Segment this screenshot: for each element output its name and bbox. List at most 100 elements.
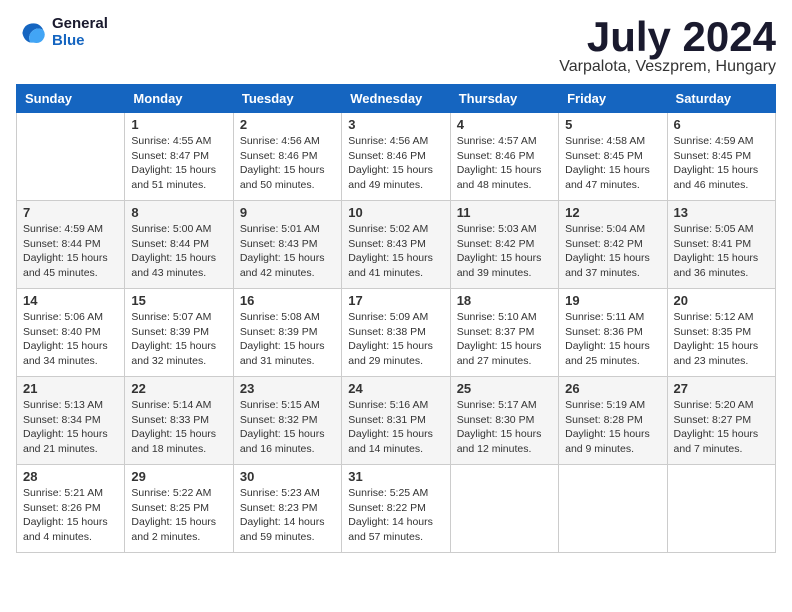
page-header: General Blue July 2024 Varpalota, Veszpr…	[16, 16, 776, 76]
day-number: 10	[348, 205, 443, 220]
calendar-cell: 22 Sunrise: 5:14 AMSunset: 8:33 PMDayligh…	[125, 377, 233, 465]
calendar-cell: 17 Sunrise: 5:09 AMSunset: 8:38 PMDayligh…	[342, 289, 450, 377]
day-number: 28	[23, 469, 118, 484]
calendar-cell: 29Sunrise: 5:22 AMSunset: 8:25 PMDayligh…	[125, 465, 233, 553]
calendar-cell: 12 Sunrise: 5:04 AMSunset: 8:42 PMDayligh…	[559, 201, 667, 289]
month-title: July 2024	[559, 16, 776, 58]
day-info: Sunrise: 5:00 AMSunset: 8:44 PMDaylight:…	[131, 222, 226, 281]
subtitle: Varpalota, Veszprem, Hungary	[559, 58, 776, 76]
day-info: Sunrise: 4:57 AMSunset: 8:46 PMDaylight:…	[457, 134, 552, 193]
calendar-cell: 1 Sunrise: 4:55 AMSunset: 8:47 PMDaylight…	[125, 113, 233, 201]
day-info: Sunrise: 5:01 AMSunset: 8:43 PMDaylight:…	[240, 222, 335, 281]
day-info: Sunrise: 4:58 AMSunset: 8:45 PMDaylight:…	[565, 134, 660, 193]
calendar-cell: 3 Sunrise: 4:56 AMSunset: 8:46 PMDaylight…	[342, 113, 450, 201]
week-row-1: 1 Sunrise: 4:55 AMSunset: 8:47 PMDaylight…	[17, 113, 776, 201]
day-number: 17	[348, 293, 443, 308]
calendar-cell: 13Sunrise: 5:05 AMSunset: 8:41 PMDayligh…	[667, 201, 775, 289]
calendar-cell: 27 Sunrise: 5:20 AMSunset: 8:27 PMDayligh…	[667, 377, 775, 465]
day-number: 19	[565, 293, 660, 308]
calendar-cell: 26 Sunrise: 5:19 AMSunset: 8:28 PMDayligh…	[559, 377, 667, 465]
logo-text: General Blue	[52, 16, 108, 49]
day-info: Sunrise: 4:59 AMSunset: 8:44 PMDaylight:…	[23, 222, 118, 281]
day-info: Sunrise: 4:59 AMSunset: 8:45 PMDaylight:…	[674, 134, 769, 193]
day-info: Sunrise: 5:05 AMSunset: 8:41 PMDaylight:…	[674, 222, 769, 281]
day-number: 14	[23, 293, 118, 308]
weekday-header-wednesday: Wednesday	[342, 85, 450, 113]
day-info: Sunrise: 5:15 AMSunset: 8:32 PMDaylight:…	[240, 398, 335, 457]
day-info: Sunrise: 4:56 AMSunset: 8:46 PMDaylight:…	[240, 134, 335, 193]
day-number: 29	[131, 469, 226, 484]
calendar-cell	[559, 465, 667, 553]
day-number: 3	[348, 117, 443, 132]
day-number: 31	[348, 469, 443, 484]
day-number: 7	[23, 205, 118, 220]
day-info: Sunrise: 5:12 AMSunset: 8:35 PMDaylight:…	[674, 310, 769, 369]
day-info: Sunrise: 5:06 AMSunset: 8:40 PMDaylight:…	[23, 310, 118, 369]
day-number: 23	[240, 381, 335, 396]
day-info: Sunrise: 5:23 AMSunset: 8:23 PMDaylight:…	[240, 486, 335, 545]
week-row-3: 14 Sunrise: 5:06 AMSunset: 8:40 PMDayligh…	[17, 289, 776, 377]
calendar-cell: 8 Sunrise: 5:00 AMSunset: 8:44 PMDaylight…	[125, 201, 233, 289]
calendar-cell: 31 Sunrise: 5:25 AMSunset: 8:22 PMDayligh…	[342, 465, 450, 553]
calendar-cell: 5 Sunrise: 4:58 AMSunset: 8:45 PMDaylight…	[559, 113, 667, 201]
day-number: 5	[565, 117, 660, 132]
day-number: 12	[565, 205, 660, 220]
day-info: Sunrise: 5:03 AMSunset: 8:42 PMDaylight:…	[457, 222, 552, 281]
day-info: Sunrise: 5:14 AMSunset: 8:33 PMDaylight:…	[131, 398, 226, 457]
title-block: July 2024 Varpalota, Veszprem, Hungary	[559, 16, 776, 76]
calendar-cell: 10 Sunrise: 5:02 AMSunset: 8:43 PMDayligh…	[342, 201, 450, 289]
day-info: Sunrise: 5:10 AMSunset: 8:37 PMDaylight:…	[457, 310, 552, 369]
day-number: 27	[674, 381, 769, 396]
calendar-cell: 11 Sunrise: 5:03 AMSunset: 8:42 PMDayligh…	[450, 201, 558, 289]
day-number: 16	[240, 293, 335, 308]
week-row-4: 21Sunrise: 5:13 AMSunset: 8:34 PMDayligh…	[17, 377, 776, 465]
week-row-5: 28 Sunrise: 5:21 AMSunset: 8:26 PMDayligh…	[17, 465, 776, 553]
calendar-cell: 15 Sunrise: 5:07 AMSunset: 8:39 PMDayligh…	[125, 289, 233, 377]
day-number: 2	[240, 117, 335, 132]
calendar-cell: 4Sunrise: 4:57 AMSunset: 8:46 PMDaylight…	[450, 113, 558, 201]
calendar-cell: 9 Sunrise: 5:01 AMSunset: 8:43 PMDaylight…	[233, 201, 341, 289]
weekday-header-monday: Monday	[125, 85, 233, 113]
day-number: 18	[457, 293, 552, 308]
day-info: Sunrise: 4:55 AMSunset: 8:47 PMDaylight:…	[131, 134, 226, 193]
logo: General Blue	[16, 16, 108, 49]
day-number: 26	[565, 381, 660, 396]
day-number: 8	[131, 205, 226, 220]
day-number: 22	[131, 381, 226, 396]
day-number: 30	[240, 469, 335, 484]
day-number: 11	[457, 205, 552, 220]
day-info: Sunrise: 5:21 AMSunset: 8:26 PMDaylight:…	[23, 486, 118, 545]
calendar-cell	[17, 113, 125, 201]
day-number: 25	[457, 381, 552, 396]
calendar-cell: 19 Sunrise: 5:11 AMSunset: 8:36 PMDayligh…	[559, 289, 667, 377]
day-info: Sunrise: 5:16 AMSunset: 8:31 PMDaylight:…	[348, 398, 443, 457]
logo-icon	[16, 17, 48, 49]
day-info: Sunrise: 4:56 AMSunset: 8:46 PMDaylight:…	[348, 134, 443, 193]
day-info: Sunrise: 5:17 AMSunset: 8:30 PMDaylight:…	[457, 398, 552, 457]
calendar-cell: 23 Sunrise: 5:15 AMSunset: 8:32 PMDayligh…	[233, 377, 341, 465]
day-info: Sunrise: 5:09 AMSunset: 8:38 PMDaylight:…	[348, 310, 443, 369]
weekday-header-thursday: Thursday	[450, 85, 558, 113]
day-info: Sunrise: 5:02 AMSunset: 8:43 PMDaylight:…	[348, 222, 443, 281]
day-info: Sunrise: 5:07 AMSunset: 8:39 PMDaylight:…	[131, 310, 226, 369]
day-info: Sunrise: 5:11 AMSunset: 8:36 PMDaylight:…	[565, 310, 660, 369]
day-number: 15	[131, 293, 226, 308]
calendar-cell: 30 Sunrise: 5:23 AMSunset: 8:23 PMDayligh…	[233, 465, 341, 553]
day-number: 1	[131, 117, 226, 132]
calendar-cell: 16 Sunrise: 5:08 AMSunset: 8:39 PMDayligh…	[233, 289, 341, 377]
weekday-header-saturday: Saturday	[667, 85, 775, 113]
day-number: 6	[674, 117, 769, 132]
day-info: Sunrise: 5:04 AMSunset: 8:42 PMDaylight:…	[565, 222, 660, 281]
weekday-header-tuesday: Tuesday	[233, 85, 341, 113]
calendar-cell: 28 Sunrise: 5:21 AMSunset: 8:26 PMDayligh…	[17, 465, 125, 553]
calendar-cell: 21Sunrise: 5:13 AMSunset: 8:34 PMDayligh…	[17, 377, 125, 465]
day-info: Sunrise: 5:19 AMSunset: 8:28 PMDaylight:…	[565, 398, 660, 457]
day-number: 21	[23, 381, 118, 396]
day-number: 9	[240, 205, 335, 220]
calendar-cell: 2 Sunrise: 4:56 AMSunset: 8:46 PMDaylight…	[233, 113, 341, 201]
day-info: Sunrise: 5:25 AMSunset: 8:22 PMDaylight:…	[348, 486, 443, 545]
day-info: Sunrise: 5:08 AMSunset: 8:39 PMDaylight:…	[240, 310, 335, 369]
calendar-cell: 20Sunrise: 5:12 AMSunset: 8:35 PMDayligh…	[667, 289, 775, 377]
day-info: Sunrise: 5:20 AMSunset: 8:27 PMDaylight:…	[674, 398, 769, 457]
calendar-cell	[667, 465, 775, 553]
